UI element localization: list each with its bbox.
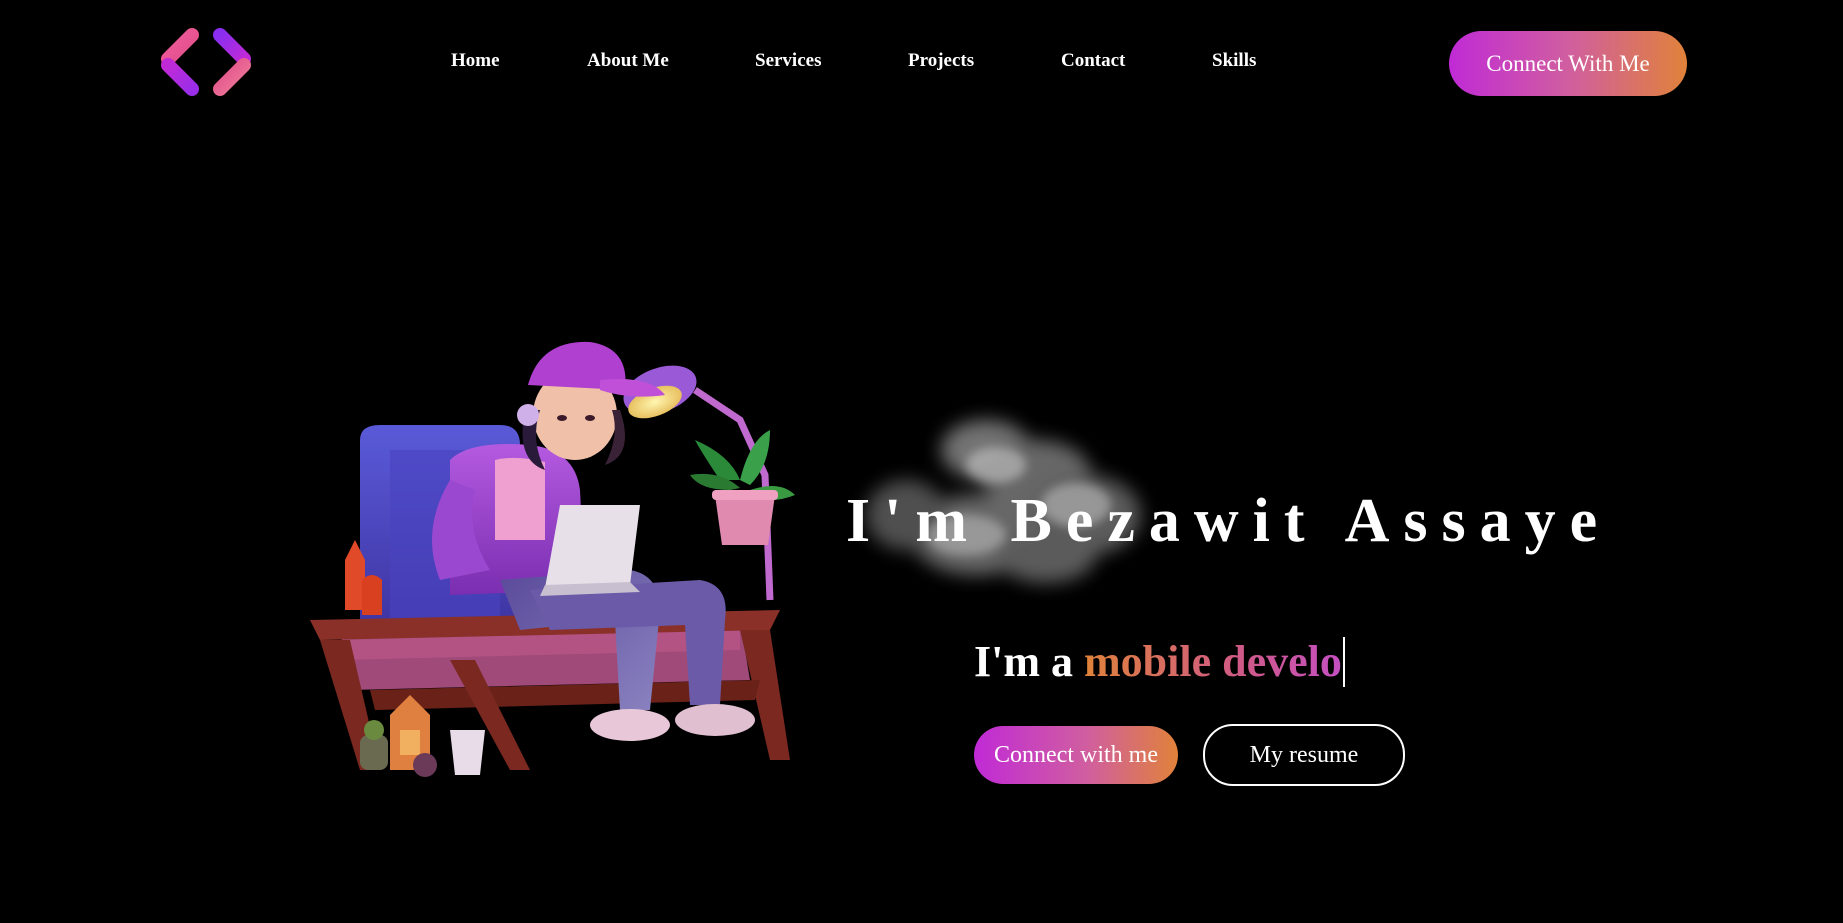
nav-home[interactable]: Home: [451, 50, 500, 72]
nav-about-me[interactable]: About Me: [587, 50, 669, 72]
role-prefix: I'm a: [974, 637, 1073, 686]
hero-role: I'm a mobile develo: [974, 636, 1345, 687]
nav-services[interactable]: Services: [755, 50, 821, 72]
typing-cursor: [1342, 636, 1345, 687]
nav-projects[interactable]: Projects: [908, 50, 974, 72]
hero-name: I'm Bezawit Assaye: [846, 487, 1612, 555]
nav-contact[interactable]: Contact: [1061, 50, 1125, 72]
header-connect-button[interactable]: Connect With Me: [1449, 31, 1687, 96]
role-typed-text: mobile develo: [1084, 637, 1342, 686]
my-resume-button[interactable]: My resume: [1203, 724, 1405, 786]
girl-with-laptop-illustration: [300, 330, 820, 790]
connect-with-me-button[interactable]: Connect with me: [974, 726, 1178, 784]
nav-skills[interactable]: Skills: [1212, 50, 1256, 72]
